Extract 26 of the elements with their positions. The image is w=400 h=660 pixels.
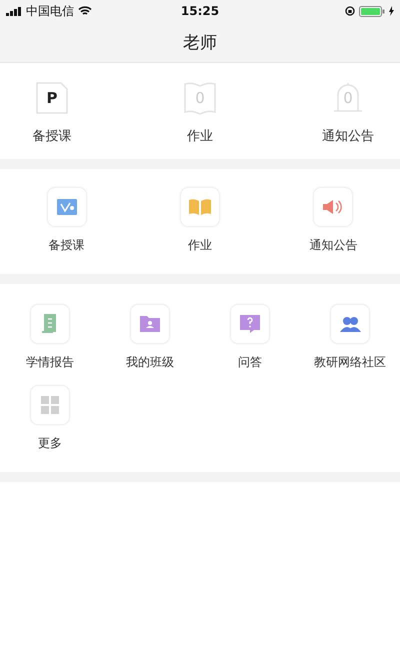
carrier-name: 中国电信 <box>26 2 74 20</box>
summary-item[interactable]: P 备授课 <box>14 81 90 145</box>
app-item[interactable]: 学情报告 <box>0 304 100 371</box>
app-item[interactable]: 问答 <box>200 304 300 371</box>
question-icon <box>240 315 260 333</box>
whiteboard-icon <box>56 199 77 215</box>
report-icon <box>42 314 58 334</box>
folder-person-icon <box>140 316 160 332</box>
battery-icon <box>359 6 385 16</box>
app-item[interactable]: 我的班级 <box>100 304 200 371</box>
shortcut-item[interactable]: 通知公告 <box>266 187 400 254</box>
app-item[interactable]: 更多 <box>0 385 100 452</box>
group-icon <box>339 316 361 332</box>
rotation-lock-icon <box>345 6 355 16</box>
app-item[interactable]: 教研网络社区 <box>300 304 400 371</box>
clock-time: 15:25 <box>180 4 220 18</box>
shortcut-item[interactable]: 作业 <box>133 187 267 254</box>
summary-icon: P <box>35 81 69 115</box>
signal-icon <box>6 6 22 16</box>
shortcut-item[interactable]: 备授课 <box>0 187 134 254</box>
wifi-icon <box>78 6 92 16</box>
page-title: 老师 <box>183 32 217 54</box>
grid-icon <box>41 396 59 414</box>
charging-icon <box>389 6 394 16</box>
book-icon <box>188 199 211 215</box>
speaker-icon <box>323 199 344 215</box>
